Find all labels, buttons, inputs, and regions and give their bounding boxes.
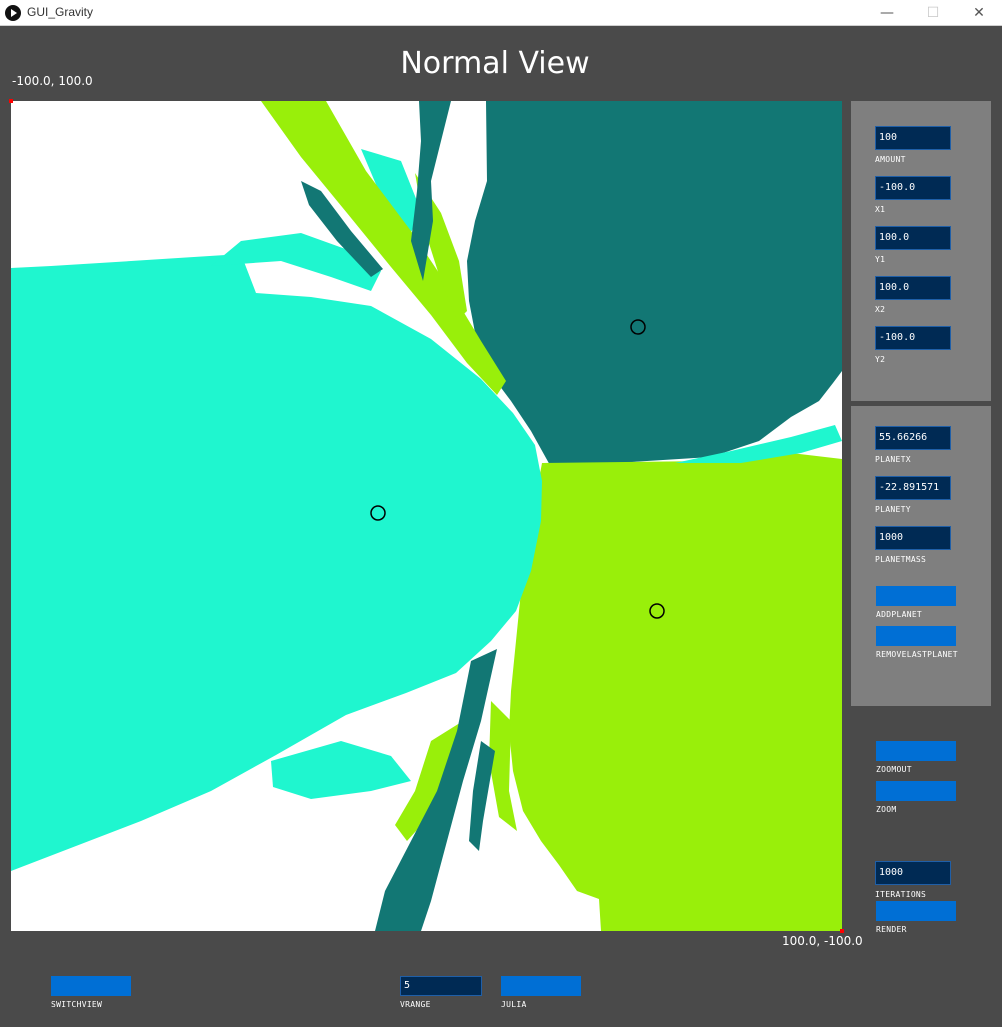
x1-label: X1 (875, 205, 886, 214)
addplanet-button[interactable] (876, 586, 956, 606)
view-title: Normal View (400, 46, 590, 81)
top-left-coord: -100.0, 100.0 (12, 74, 93, 88)
julia-button[interactable] (501, 976, 581, 996)
app-icon (5, 5, 21, 21)
fractal-canvas[interactable] (11, 101, 842, 931)
title-bar: GUI_Gravity — ☐ ✕ (0, 0, 1002, 26)
x2-label: X2 (875, 305, 886, 314)
removelastplanet-label: REMOVELASTPLANET (876, 650, 958, 659)
vrange-label: VRANGE (400, 1000, 431, 1009)
switchview-button[interactable] (51, 976, 131, 996)
planetx-label: PLANETX (875, 455, 911, 464)
planety-label: PLANETY (875, 505, 911, 514)
removelastplanet-button[interactable] (876, 626, 956, 646)
planetmass-field[interactable]: 1000 (875, 526, 951, 550)
addplanet-label: ADDPLANET (876, 610, 923, 619)
julia-label: JULIA (501, 1000, 527, 1009)
amount-field[interactable]: 100 (875, 126, 951, 150)
vrange-field[interactable]: 5 (400, 976, 482, 996)
y2-label: Y2 (875, 355, 886, 364)
zoom-label: ZOOM (876, 805, 897, 814)
top-left-marker (9, 99, 13, 103)
iterations-field[interactable]: 1000 (875, 861, 951, 885)
window-title: GUI_Gravity (27, 5, 94, 19)
planetmass-label: PLANETMASS (875, 555, 927, 564)
close-button[interactable]: ✕ (956, 0, 1002, 26)
x1-field[interactable]: -100.0 (875, 176, 951, 200)
render-button[interactable] (876, 901, 956, 921)
amount-label: AMOUNT (875, 155, 906, 164)
zoom-button[interactable] (876, 781, 956, 801)
zoomout-label: ZOOMOUT (876, 765, 912, 774)
minimize-button[interactable]: — (864, 0, 910, 26)
y1-field[interactable]: 100.0 (875, 226, 951, 250)
bottom-right-marker (840, 929, 844, 933)
switchview-label: SWITCHVIEW (51, 1000, 103, 1009)
teal-basin (467, 101, 842, 467)
maximize-button[interactable]: ☐ (910, 0, 956, 26)
x2-field[interactable]: 100.0 (875, 276, 951, 300)
planety-field[interactable]: -22.891571 (875, 476, 951, 500)
zoomout-button[interactable] (876, 741, 956, 761)
iterations-label: ITERATIONS (875, 890, 927, 899)
basin-map (11, 101, 842, 931)
render-label: RENDER (876, 925, 907, 934)
y2-field[interactable]: -100.0 (875, 326, 951, 350)
bottom-right-coord: 100.0, -100.0 (782, 934, 863, 948)
y1-label: Y1 (875, 255, 886, 264)
lime-basin (509, 453, 842, 931)
planetx-field[interactable]: 55.66266 (875, 426, 951, 450)
